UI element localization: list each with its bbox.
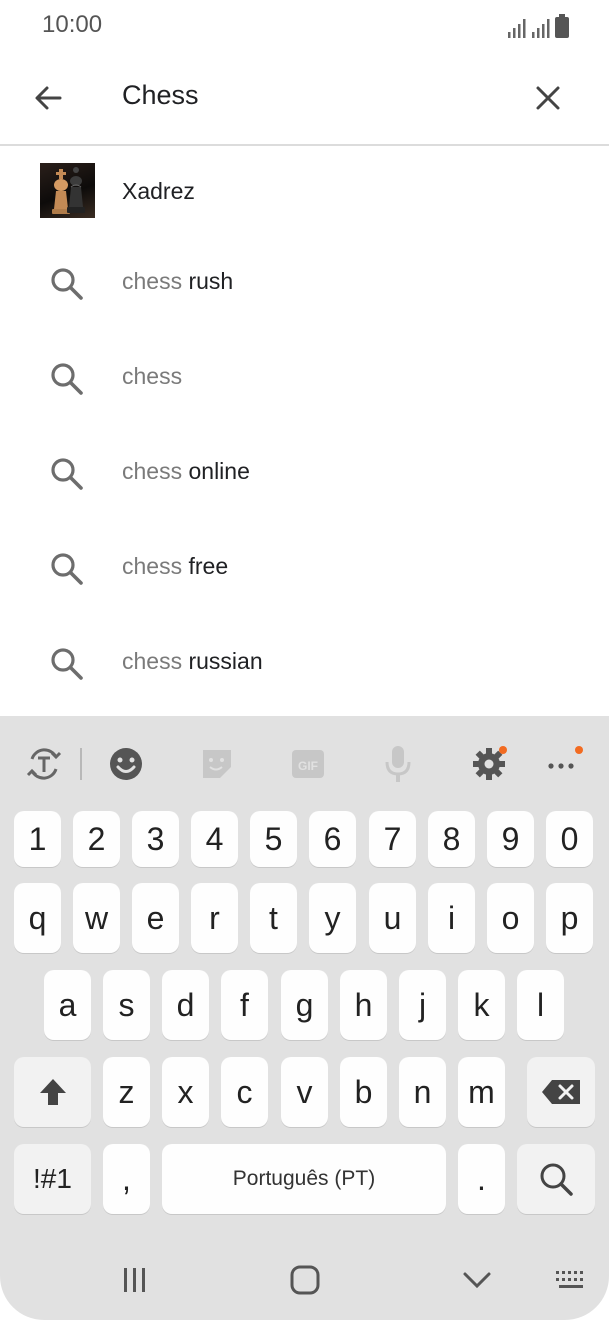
key-b[interactable]: b [340,1057,387,1127]
gear-icon[interactable] [469,744,509,784]
suggestion-item[interactable]: chess rush [0,238,609,333]
key-r[interactable]: r [191,883,238,953]
space-key[interactable]: Português (PT) [162,1144,446,1214]
search-icon [51,553,83,585]
key-q[interactable]: q [14,883,61,953]
search-key[interactable] [517,1144,595,1214]
emoji-icon[interactable] [106,744,146,784]
search-icon [540,1163,573,1196]
suggestion-text: chess online [122,458,250,484]
battery-icon [555,14,569,38]
backspace-key[interactable] [527,1057,595,1127]
key-y[interactable]: y [309,883,356,953]
close-icon [536,86,560,110]
key-d[interactable]: d [162,970,209,1040]
suggestion-text: chess russian [122,648,263,674]
chevron-down-icon [463,1272,491,1289]
app-result[interactable]: Xadrez [0,146,609,238]
key-h[interactable]: h [340,970,387,1040]
app-name: Xadrez [122,178,195,204]
recents-icon [124,1268,145,1292]
suggestion-item[interactable]: chess russian [0,618,609,713]
more-icon[interactable] [543,744,583,784]
key-m[interactable]: m [458,1057,505,1127]
key-1[interactable]: 1 [14,811,61,867]
key-i[interactable]: i [428,883,475,953]
suggestion-item[interactable]: chess free [0,523,609,618]
toolbar-divider [80,748,82,780]
key-k[interactable]: k [458,970,505,1040]
sticker-icon[interactable] [197,744,237,784]
key-8[interactable]: 8 [428,811,475,867]
signal-icon [532,19,550,38]
suggestion-text: chess free [122,553,229,579]
suggestion-item[interactable]: chess [0,333,609,428]
gif-icon[interactable]: GIF [288,744,328,784]
shift-icon [39,1079,66,1105]
key-l[interactable]: l [517,970,564,1040]
status-time: 10:00 [42,11,103,38]
key-a[interactable]: a [44,970,91,1040]
microphone-icon[interactable] [378,744,418,784]
hide-keyboard-button[interactable] [455,1262,499,1298]
key-x[interactable]: x [162,1057,209,1127]
search-icon [51,458,83,490]
keyboard-switch-button[interactable] [549,1262,593,1298]
period-key[interactable]: . [458,1144,505,1214]
keyboard-toolbar: GIF [0,716,609,810]
key-4[interactable]: 4 [191,811,238,867]
key-w[interactable]: w [73,883,120,953]
signal-icon [508,19,526,38]
suggestion-text: chess [122,363,183,389]
clear-button[interactable] [524,74,572,122]
search-input[interactable]: Chess [122,80,199,111]
search-icon [51,268,83,300]
key-3[interactable]: 3 [132,811,179,867]
key-9[interactable]: 9 [487,811,534,867]
key-0[interactable]: 0 [546,811,593,867]
key-t[interactable]: t [250,883,297,953]
search-icon [51,363,83,395]
comma-key[interactable]: , [103,1144,150,1214]
key-e[interactable]: e [132,883,179,953]
status-bar: 10:00 [0,0,609,52]
status-icons [507,14,569,38]
suggestion-item[interactable]: chess online [0,428,609,523]
key-j[interactable]: j [399,970,446,1040]
key-z[interactable]: z [103,1057,150,1127]
home-icon [290,1265,320,1295]
symbols-key[interactable]: !#1 [14,1144,91,1214]
back-button[interactable] [24,74,72,122]
key-g[interactable]: g [281,970,328,1040]
key-o[interactable]: o [487,883,534,953]
text-translate-icon[interactable] [24,744,64,784]
key-2[interactable]: 2 [73,811,120,867]
shift-key[interactable] [14,1057,91,1127]
backspace-icon [542,1080,580,1104]
keyboard-icon [556,1271,583,1288]
search-icon [51,648,83,680]
key-s[interactable]: s [103,970,150,1040]
home-button[interactable] [283,1262,327,1298]
key-7[interactable]: 7 [369,811,416,867]
svg-text:GIF: GIF [298,759,318,773]
recents-button[interactable] [113,1262,157,1298]
suggestion-text: chess rush [122,268,234,294]
key-c[interactable]: c [221,1057,268,1127]
search-bar: Chess [0,52,609,146]
arrow-back-icon [35,86,62,110]
keyboard: GIF 1 2 3 4 5 6 7 8 9 0 q w e r t y u i … [0,716,609,1320]
key-5[interactable]: 5 [250,811,297,867]
key-6[interactable]: 6 [309,811,356,867]
key-n[interactable]: n [399,1057,446,1127]
key-v[interactable]: v [281,1057,328,1127]
app-thumbnail [40,163,95,218]
navigation-bar [0,1244,609,1320]
key-f[interactable]: f [221,970,268,1040]
key-u[interactable]: u [369,883,416,953]
key-p[interactable]: p [546,883,593,953]
